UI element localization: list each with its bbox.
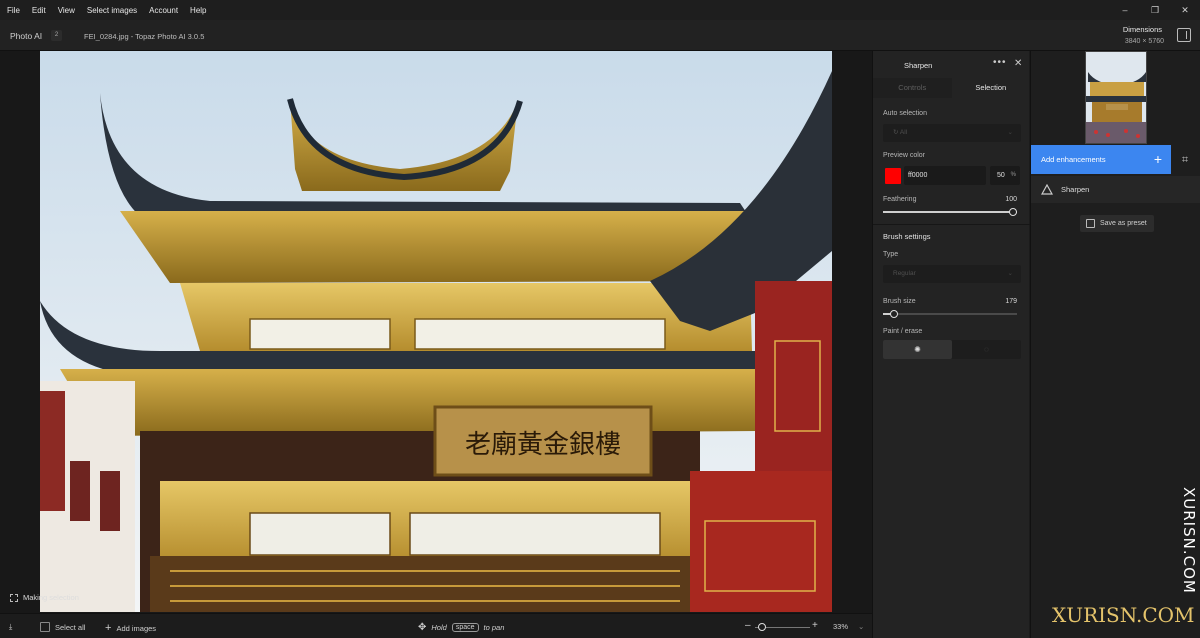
thumbnail-image bbox=[1086, 52, 1146, 143]
close-icon[interactable]: ✕ bbox=[1014, 58, 1022, 69]
auto-selection-label: Auto selection bbox=[883, 110, 927, 117]
to-pan-label: to pan bbox=[483, 623, 505, 632]
panel-title: Sharpen bbox=[904, 61, 933, 70]
panel-toggle-icon[interactable] bbox=[1177, 28, 1191, 42]
photo-preview[interactable]: 老廟黃金銀樓 bbox=[40, 51, 832, 612]
save-preset-icon bbox=[1086, 219, 1095, 228]
feathering-label: Feathering bbox=[883, 196, 917, 203]
making-selection-status: Making selection bbox=[10, 593, 79, 602]
app-name[interactable]: Photo AI bbox=[10, 31, 42, 41]
temple-photo: 老廟黃金銀樓 bbox=[40, 51, 832, 612]
window-controls: – ❐ ✕ bbox=[1110, 0, 1200, 20]
zoom-out-icon[interactable]: – bbox=[745, 620, 751, 631]
refresh-icon: ↻ bbox=[893, 129, 900, 136]
auto-selection-value: All bbox=[899, 129, 908, 136]
close-window-icon[interactable]: ✕ bbox=[1170, 0, 1200, 20]
crop-icon[interactable]: ⌗ bbox=[1177, 152, 1193, 168]
dimensions-value: 3840 × 5760 bbox=[1124, 38, 1164, 45]
zoom-slider-knob[interactable] bbox=[758, 623, 766, 631]
select-all-checkbox[interactable] bbox=[40, 622, 50, 632]
selection-icon bbox=[10, 593, 18, 602]
brush-size-slider-knob[interactable] bbox=[890, 310, 898, 318]
restore-icon[interactable]: ❐ bbox=[1140, 0, 1170, 20]
auto-selection-dropdown[interactable]: ↻ All ⌄ bbox=[883, 124, 1021, 142]
title-bar: Photo AI 2 FEI_0284.jpg - Topaz Photo AI… bbox=[0, 20, 1200, 51]
feathering-slider[interactable] bbox=[883, 208, 1017, 216]
preview-color-swatch[interactable] bbox=[885, 168, 901, 184]
enhancement-item-label: Sharpen bbox=[1061, 185, 1090, 194]
pan-hint: ✥ Hold space to pan bbox=[418, 622, 504, 633]
brush-size-slider[interactable] bbox=[883, 310, 1017, 318]
menu-file[interactable]: File bbox=[0, 6, 26, 15]
select-all-label: Select all bbox=[55, 622, 86, 632]
tab-controls[interactable]: Controls bbox=[873, 78, 952, 98]
making-selection-label: Making selection bbox=[23, 593, 79, 602]
plus-icon: + bbox=[1153, 151, 1162, 167]
image-count-badge: 2 bbox=[51, 30, 62, 41]
add-images-button[interactable]: + Add images bbox=[105, 622, 156, 634]
add-enhancements-button[interactable]: Add enhancements + bbox=[1031, 145, 1171, 174]
menu-edit[interactable]: Edit bbox=[26, 6, 52, 15]
type-label: Type bbox=[883, 251, 899, 258]
zoom-level[interactable]: 33% bbox=[833, 622, 848, 631]
erase-icon[interactable]: ◌ bbox=[952, 340, 1021, 359]
plus-icon: + bbox=[105, 622, 112, 634]
panel-header: Sharpen ••• ✕ bbox=[873, 51, 1030, 78]
tab-selection[interactable]: Selection bbox=[952, 78, 1031, 98]
feathering-value: 100 bbox=[1005, 196, 1017, 203]
more-options-icon[interactable]: ••• bbox=[993, 57, 1007, 68]
menu-select-images[interactable]: Select images bbox=[81, 6, 143, 15]
move-icon: ✥ bbox=[418, 622, 427, 633]
brush-type-dropdown[interactable]: Regular ⌄ bbox=[883, 265, 1021, 283]
brush-size-value: 179 bbox=[1005, 298, 1017, 305]
hold-label: Hold bbox=[431, 623, 447, 632]
add-images-label: Add images bbox=[116, 623, 157, 633]
divider bbox=[873, 224, 1030, 225]
chevron-down-icon: ⌄ bbox=[1007, 270, 1013, 277]
image-canvas[interactable]: 老廟黃金銀樓 Making selection bbox=[0, 51, 872, 613]
paint-erase-label: Paint / erase bbox=[883, 328, 923, 335]
brush-size-label: Brush size bbox=[883, 298, 916, 305]
feathering-slider-fill bbox=[883, 211, 1017, 213]
save-as-preset-label: Save as preset bbox=[1100, 220, 1147, 227]
menu-help[interactable]: Help bbox=[184, 6, 212, 15]
menu-view[interactable]: View bbox=[52, 6, 81, 15]
chevron-down-icon[interactable]: ⌄ bbox=[858, 622, 864, 631]
preview-color-label: Preview color bbox=[883, 152, 926, 159]
bottom-bar: ⤓ Select all + Add images ✥ Hold space t… bbox=[0, 613, 872, 638]
brush-type-value: Regular bbox=[893, 270, 916, 277]
opacity-value: 50 bbox=[997, 172, 1005, 179]
select-all[interactable]: Select all bbox=[40, 622, 85, 632]
menu-bar: File Edit View Select images Account Hel… bbox=[0, 0, 1200, 20]
enhancement-item-sharpen[interactable]: Sharpen bbox=[1031, 176, 1200, 203]
panel-tabs: Controls Selection bbox=[873, 78, 1030, 98]
brush-settings-title: Brush settings bbox=[883, 232, 931, 241]
file-title: FEI_0284.jpg - Topaz Photo AI 3.0.5 bbox=[84, 32, 205, 41]
watermark-vertical: XURISN.COM bbox=[1180, 487, 1198, 594]
feathering-slider-knob[interactable] bbox=[1009, 208, 1017, 216]
preview-opacity-input[interactable]: 50% bbox=[990, 166, 1020, 185]
space-key: space bbox=[451, 623, 479, 632]
triangle-icon bbox=[1041, 184, 1053, 195]
minimize-icon[interactable]: – bbox=[1110, 0, 1140, 20]
properties-panel: Sharpen ••• ✕ Controls Selection Auto se… bbox=[872, 51, 1030, 638]
dimensions-label: Dimensions bbox=[1122, 25, 1162, 34]
zoom-in-icon[interactable]: + bbox=[812, 620, 818, 631]
add-enhancements-label: Add enhancements bbox=[1041, 155, 1106, 164]
image-thumbnail[interactable] bbox=[1085, 51, 1147, 144]
paint-brush-icon[interactable]: ✺ bbox=[883, 340, 952, 359]
save-as-preset-button[interactable]: Save as preset bbox=[1080, 215, 1154, 232]
chevron-down-icon: ⌄ bbox=[1007, 129, 1013, 136]
hex-value: ff0000 bbox=[908, 172, 928, 179]
preview-color-hex-input[interactable]: ff0000 bbox=[904, 166, 986, 185]
menu-account[interactable]: Account bbox=[143, 6, 184, 15]
signboard-text: 老廟黃金銀樓 bbox=[465, 430, 621, 460]
download-icon[interactable]: ⤓ bbox=[9, 622, 12, 632]
paint-erase-toggle: ✺ ◌ bbox=[883, 340, 1021, 359]
percent-unit: % bbox=[1010, 172, 1016, 178]
watermark-bottom: XURISN.COM bbox=[1052, 603, 1195, 627]
